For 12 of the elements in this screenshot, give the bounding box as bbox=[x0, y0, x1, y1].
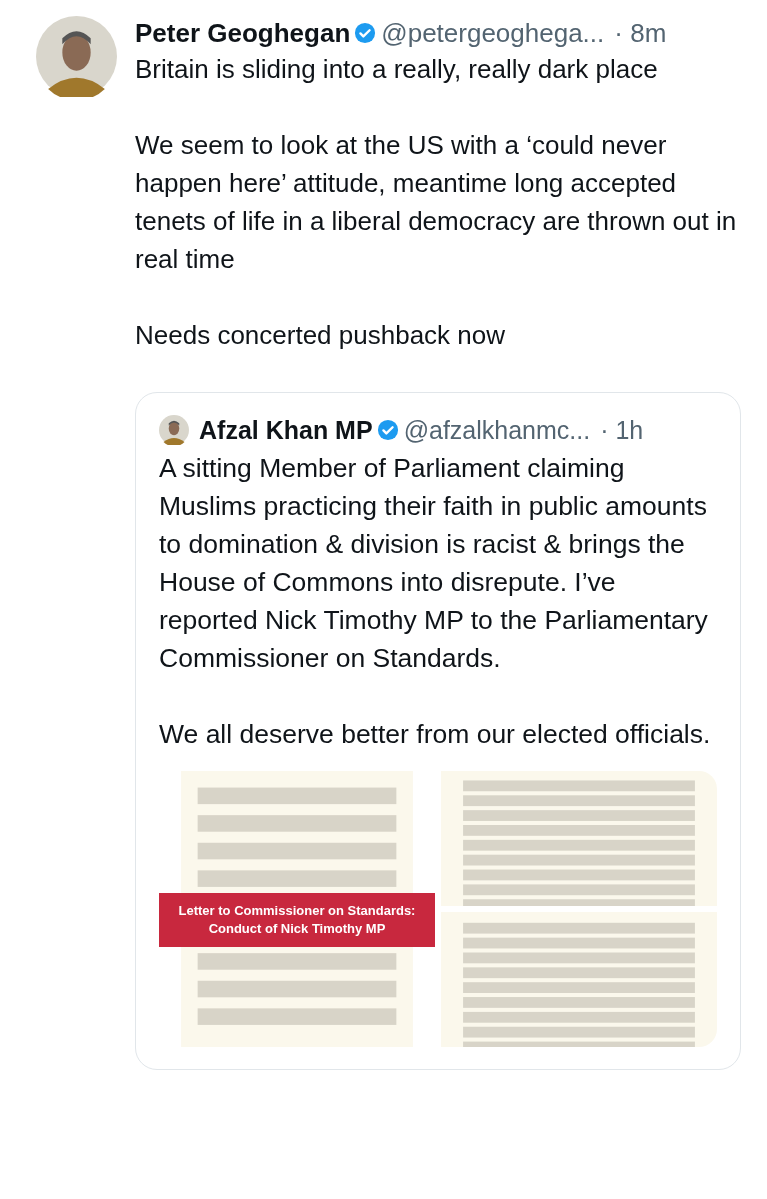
user-handle: @petergeoghega... bbox=[381, 17, 605, 49]
post-text: Britain is sliding into a really, really dark place bbox=[135, 53, 659, 86]
post-time: · 1h bbox=[600, 415, 644, 445]
letter-banner: Letter to Commissioner on Standards: Conduct of Nick Timothy MP bbox=[159, 893, 435, 947]
quoted-post-text: We all deserve better from our elected officials. bbox=[159, 718, 712, 751]
author-name: Afzal Khan MP bbox=[199, 415, 373, 445]
post-text: Needs concerted pushback now bbox=[135, 319, 506, 352]
post-text: We seem to look at the US with a ‘could never happen here’ attitude, meantime long accepted tenets of life in a liberal democracy are thrown out in real time bbox=[135, 129, 738, 276]
post-time: · 8m bbox=[614, 17, 667, 49]
author-name: Peter Geoghegan bbox=[135, 17, 351, 49]
quoted-post-text: A sitting Member of Parliament claiming Muslims practicing their faith in public amounts to domination & division is racist & brings the House of Commons into disrepute. I’ve reported Nick Timothy MP to the Parliamentary Commissioner on Standards. bbox=[159, 452, 709, 675]
user-handle: @afzalkhanmc... bbox=[403, 415, 591, 445]
